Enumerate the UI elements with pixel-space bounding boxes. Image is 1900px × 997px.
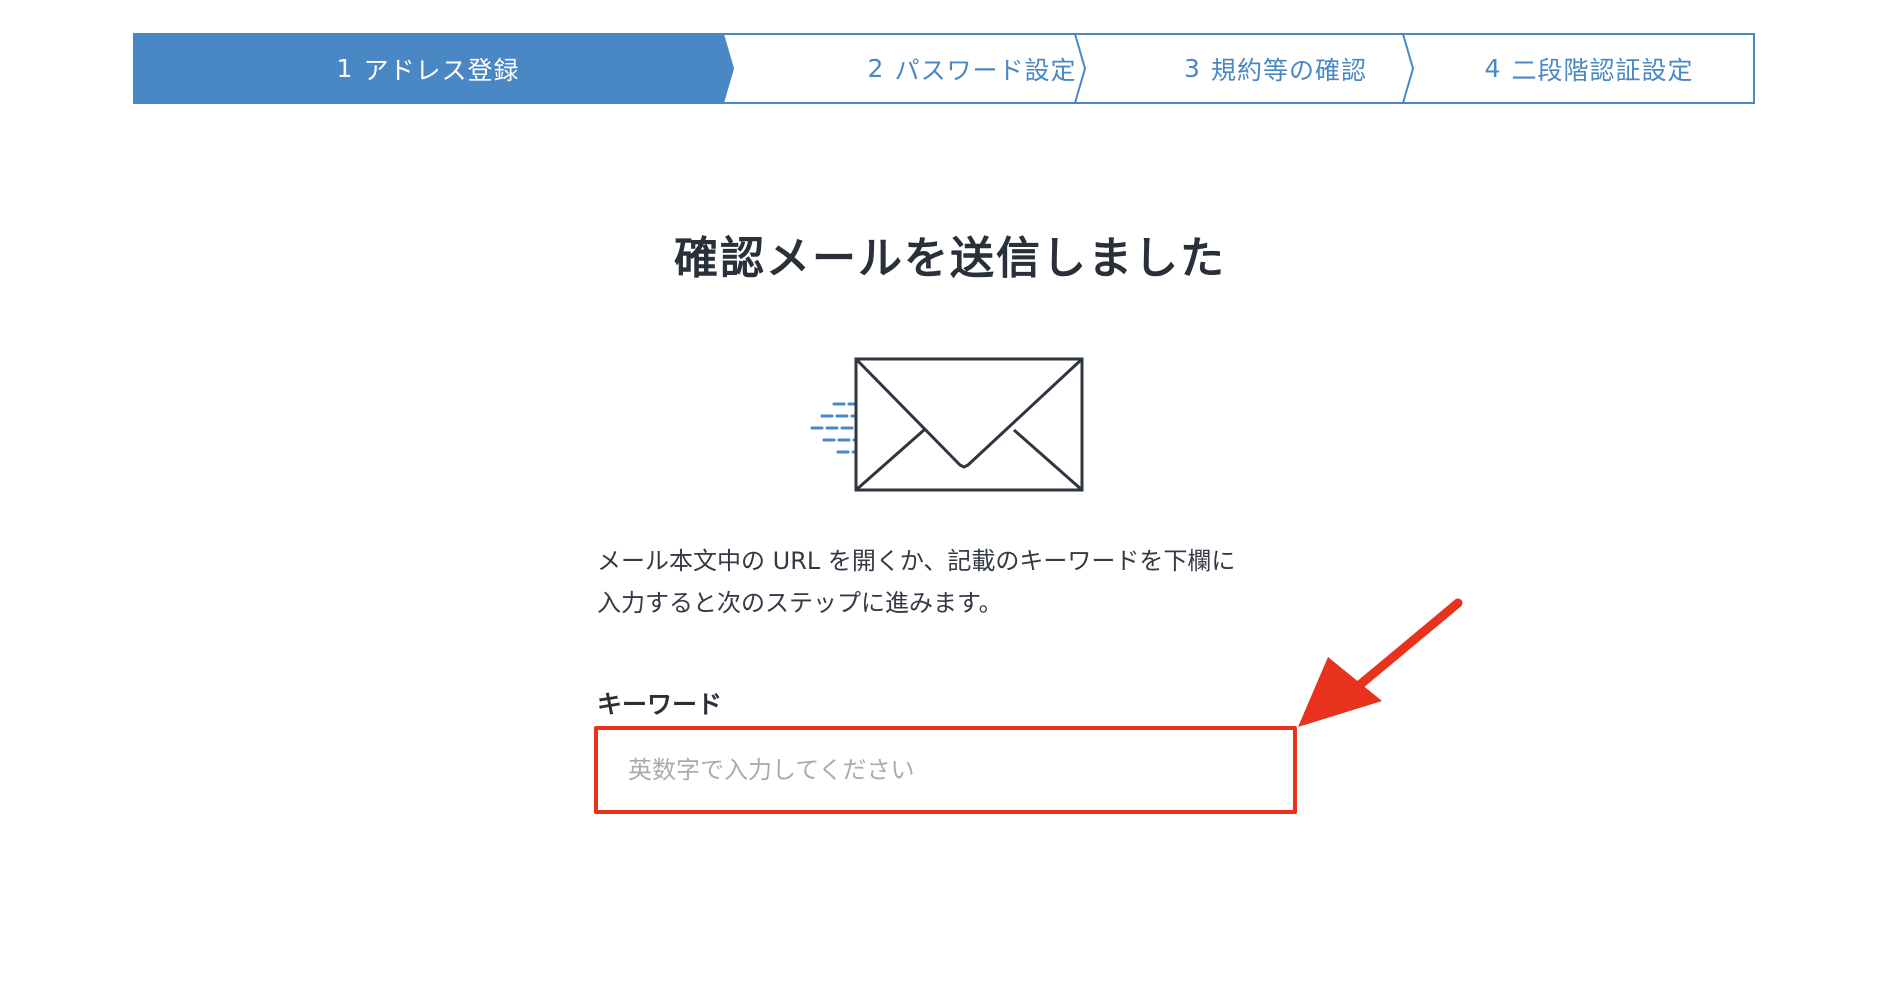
step-label: アドレス登録 (363, 55, 520, 85)
step-number: 2 (867, 54, 885, 83)
red-pointer-arrow-icon (1298, 598, 1463, 727)
page-title: 確認メールを送信しました (674, 233, 1226, 284)
step-two-factor-setup: 4 二段階認証設定 (1423, 33, 1755, 104)
step-number: 1 (336, 54, 354, 83)
step-address-registration: 1 アドレス登録 (133, 33, 723, 104)
page: 1 アドレス登録 2 パスワード設定 3 規約等の確認 4 二段階認証設定 確認… (0, 0, 1900, 997)
progress-stepper: 1 アドレス登録 2 パスワード設定 3 規約等の確認 4 二段階認証設定 (133, 33, 1755, 104)
step-terms-confirmation: 3 規約等の確認 (1083, 33, 1468, 104)
keyword-input[interactable] (594, 726, 1297, 814)
keyword-label: キーワード (597, 690, 723, 719)
instruction-line-2: 入力すると次のステップに進みます。 (597, 589, 1003, 617)
step-number: 4 (1484, 54, 1502, 83)
step-label: 二段階認証設定 (1511, 55, 1694, 85)
step-number: 3 (1184, 54, 1201, 83)
step-label: パスワード設定 (894, 55, 1077, 85)
instruction-line-1: メール本文中の URL を開くか、記載のキーワードを下欄に (597, 547, 1236, 575)
step-label: 規約等の確認 (1210, 55, 1367, 85)
mail-sent-icon (810, 357, 1084, 492)
instruction-text: メール本文中の URL を開くか、記載のキーワードを下欄に 入力すると次のステッ… (597, 540, 1317, 624)
